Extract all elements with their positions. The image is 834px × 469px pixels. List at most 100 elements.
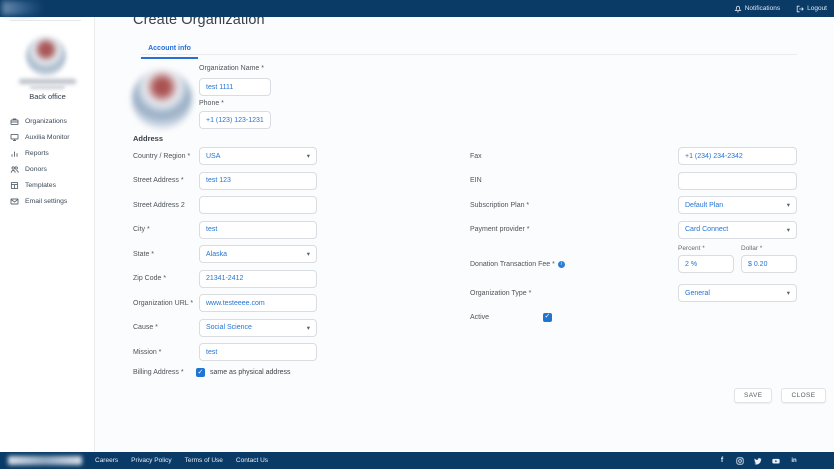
organization-name-label: Organization Name * — [199, 65, 264, 72]
sidebar-divider — [10, 20, 81, 21]
country-label: Country / Region * — [133, 153, 199, 160]
subscription-plan-row: Subscription Plan * Default Plan — [470, 196, 797, 214]
form-left-column: Country / Region * USA Street Address * … — [133, 147, 317, 378]
organization-logo — [26, 36, 66, 76]
percent-label: Percent * — [678, 245, 734, 252]
subscription-plan-label: Subscription Plan * — [470, 202, 678, 209]
back-office-label: Back office — [0, 92, 95, 101]
organization-url-input[interactable] — [199, 294, 317, 312]
city-input[interactable] — [199, 221, 317, 239]
country-value: USA — [206, 153, 220, 160]
active-checkbox[interactable] — [543, 313, 552, 322]
street-address-label: Street Address * — [133, 177, 199, 184]
cause-label: Cause * — [133, 324, 199, 331]
cause-value: Social Science — [206, 324, 252, 331]
billing-address-label: Billing Address * — [133, 369, 196, 376]
ein-row: EIN — [470, 172, 797, 190]
youtube-icon[interactable] — [772, 457, 780, 465]
zip-code-row: Zip Code * — [133, 270, 317, 288]
organization-subtext-blurred — [30, 86, 65, 89]
sidebar-item-donors[interactable]: Donors — [0, 161, 95, 177]
subscription-plan-select[interactable]: Default Plan — [678, 196, 797, 214]
footer: Careers Privacy Policy Terms of Use Cont… — [0, 452, 834, 469]
street-address2-input[interactable] — [199, 196, 317, 214]
country-select[interactable]: USA — [199, 147, 317, 165]
transaction-fee-label: Donation Transaction Fee * — [470, 261, 555, 268]
ein-label: EIN — [470, 177, 678, 184]
payment-provider-row: Payment provider * Card Connect — [470, 221, 797, 239]
phone-input[interactable] — [199, 111, 271, 129]
save-button[interactable]: SAVE — [734, 388, 772, 403]
sidebar-item-label: Auxilia Monitor — [25, 134, 70, 141]
organization-type-label: Organization Type * — [470, 290, 678, 297]
logout-button[interactable]: Logout — [796, 5, 827, 13]
chevron-down-icon — [307, 250, 310, 258]
payment-provider-label: Payment provider * — [470, 226, 678, 233]
logout-icon — [796, 5, 804, 13]
mission-row: Mission * — [133, 343, 317, 361]
cause-select[interactable]: Social Science — [199, 319, 317, 337]
ein-input[interactable] — [678, 172, 797, 190]
tab-account-info[interactable]: Account info — [141, 41, 198, 59]
city-label: City * — [133, 226, 199, 233]
instagram-icon[interactable] — [736, 457, 744, 465]
percent-input[interactable] — [678, 255, 734, 273]
organization-url-label: Organization URL * — [133, 300, 199, 307]
street-address-row: Street Address * — [133, 172, 317, 190]
close-button[interactable]: CLOSE — [781, 388, 825, 403]
chevron-down-icon — [307, 152, 310, 160]
organization-type-value: General — [685, 290, 710, 297]
fax-input[interactable] — [678, 147, 797, 165]
sidebar-item-email-settings[interactable]: Email settings — [0, 193, 95, 209]
sidebar-item-templates[interactable]: Templates — [0, 177, 95, 193]
info-icon[interactable] — [558, 261, 565, 268]
organization-avatar — [132, 69, 192, 129]
notifications-label: Notifications — [745, 5, 780, 12]
notifications-button[interactable]: Notifications — [734, 5, 780, 13]
sidebar-nav: Organizations Auxilia Monitor Reports — [0, 113, 95, 209]
active-label: Active — [470, 314, 543, 321]
fax-label: Fax — [470, 153, 678, 160]
fax-row: Fax — [470, 147, 797, 165]
street-address2-label: Street Address 2 — [133, 202, 199, 209]
twitter-icon[interactable] — [754, 457, 762, 465]
state-row: State * Alaska — [133, 245, 317, 263]
transaction-fee-row: Donation Transaction Fee * Percent * Dol… — [470, 245, 797, 273]
footer-link-terms-of-use[interactable]: Terms of Use — [185, 457, 223, 464]
sidebar-item-auxilia-monitor[interactable]: Auxilia Monitor — [0, 129, 95, 145]
state-value: Alaska — [206, 251, 227, 258]
state-select[interactable]: Alaska — [199, 245, 317, 263]
sidebar-item-label: Organizations — [25, 118, 67, 125]
app-logo — [2, 1, 44, 15]
form-actions: SAVE CLOSE — [734, 388, 826, 403]
footer-link-contact-us[interactable]: Contact Us — [236, 457, 268, 464]
address-section-heading: Address — [133, 134, 163, 143]
organization-name-blurred — [19, 79, 76, 84]
dollar-input[interactable] — [741, 255, 797, 273]
bell-icon — [734, 5, 742, 13]
zip-code-label: Zip Code * — [133, 275, 199, 282]
sidebar-item-organizations[interactable]: Organizations — [0, 113, 95, 129]
zip-code-input[interactable] — [199, 270, 317, 288]
state-label: State * — [133, 251, 199, 258]
payment-provider-select[interactable]: Card Connect — [678, 221, 797, 239]
sidebar-item-reports[interactable]: Reports — [0, 145, 95, 161]
tab-bar: Account info — [141, 37, 797, 55]
mission-input[interactable] — [199, 343, 317, 361]
country-row: Country / Region * USA — [133, 147, 317, 165]
street-address2-row: Street Address 2 — [133, 196, 317, 214]
billing-same-address-checkbox[interactable] — [196, 368, 205, 377]
monitor-icon — [10, 133, 19, 142]
footer-link-privacy-policy[interactable]: Privacy Policy — [131, 457, 171, 464]
bar-chart-icon — [10, 149, 19, 158]
facebook-icon[interactable]: f — [718, 457, 726, 465]
organization-name-input[interactable] — [199, 78, 271, 96]
street-address-input[interactable] — [199, 172, 317, 190]
organization-type-row: Organization Type * General — [470, 284, 797, 302]
mission-label: Mission * — [133, 349, 199, 356]
linkedin-icon[interactable]: in — [790, 457, 798, 465]
chevron-down-icon — [787, 226, 790, 234]
footer-link-careers[interactable]: Careers — [95, 457, 118, 464]
chevron-down-icon — [787, 289, 790, 297]
organization-type-select[interactable]: General — [678, 284, 797, 302]
